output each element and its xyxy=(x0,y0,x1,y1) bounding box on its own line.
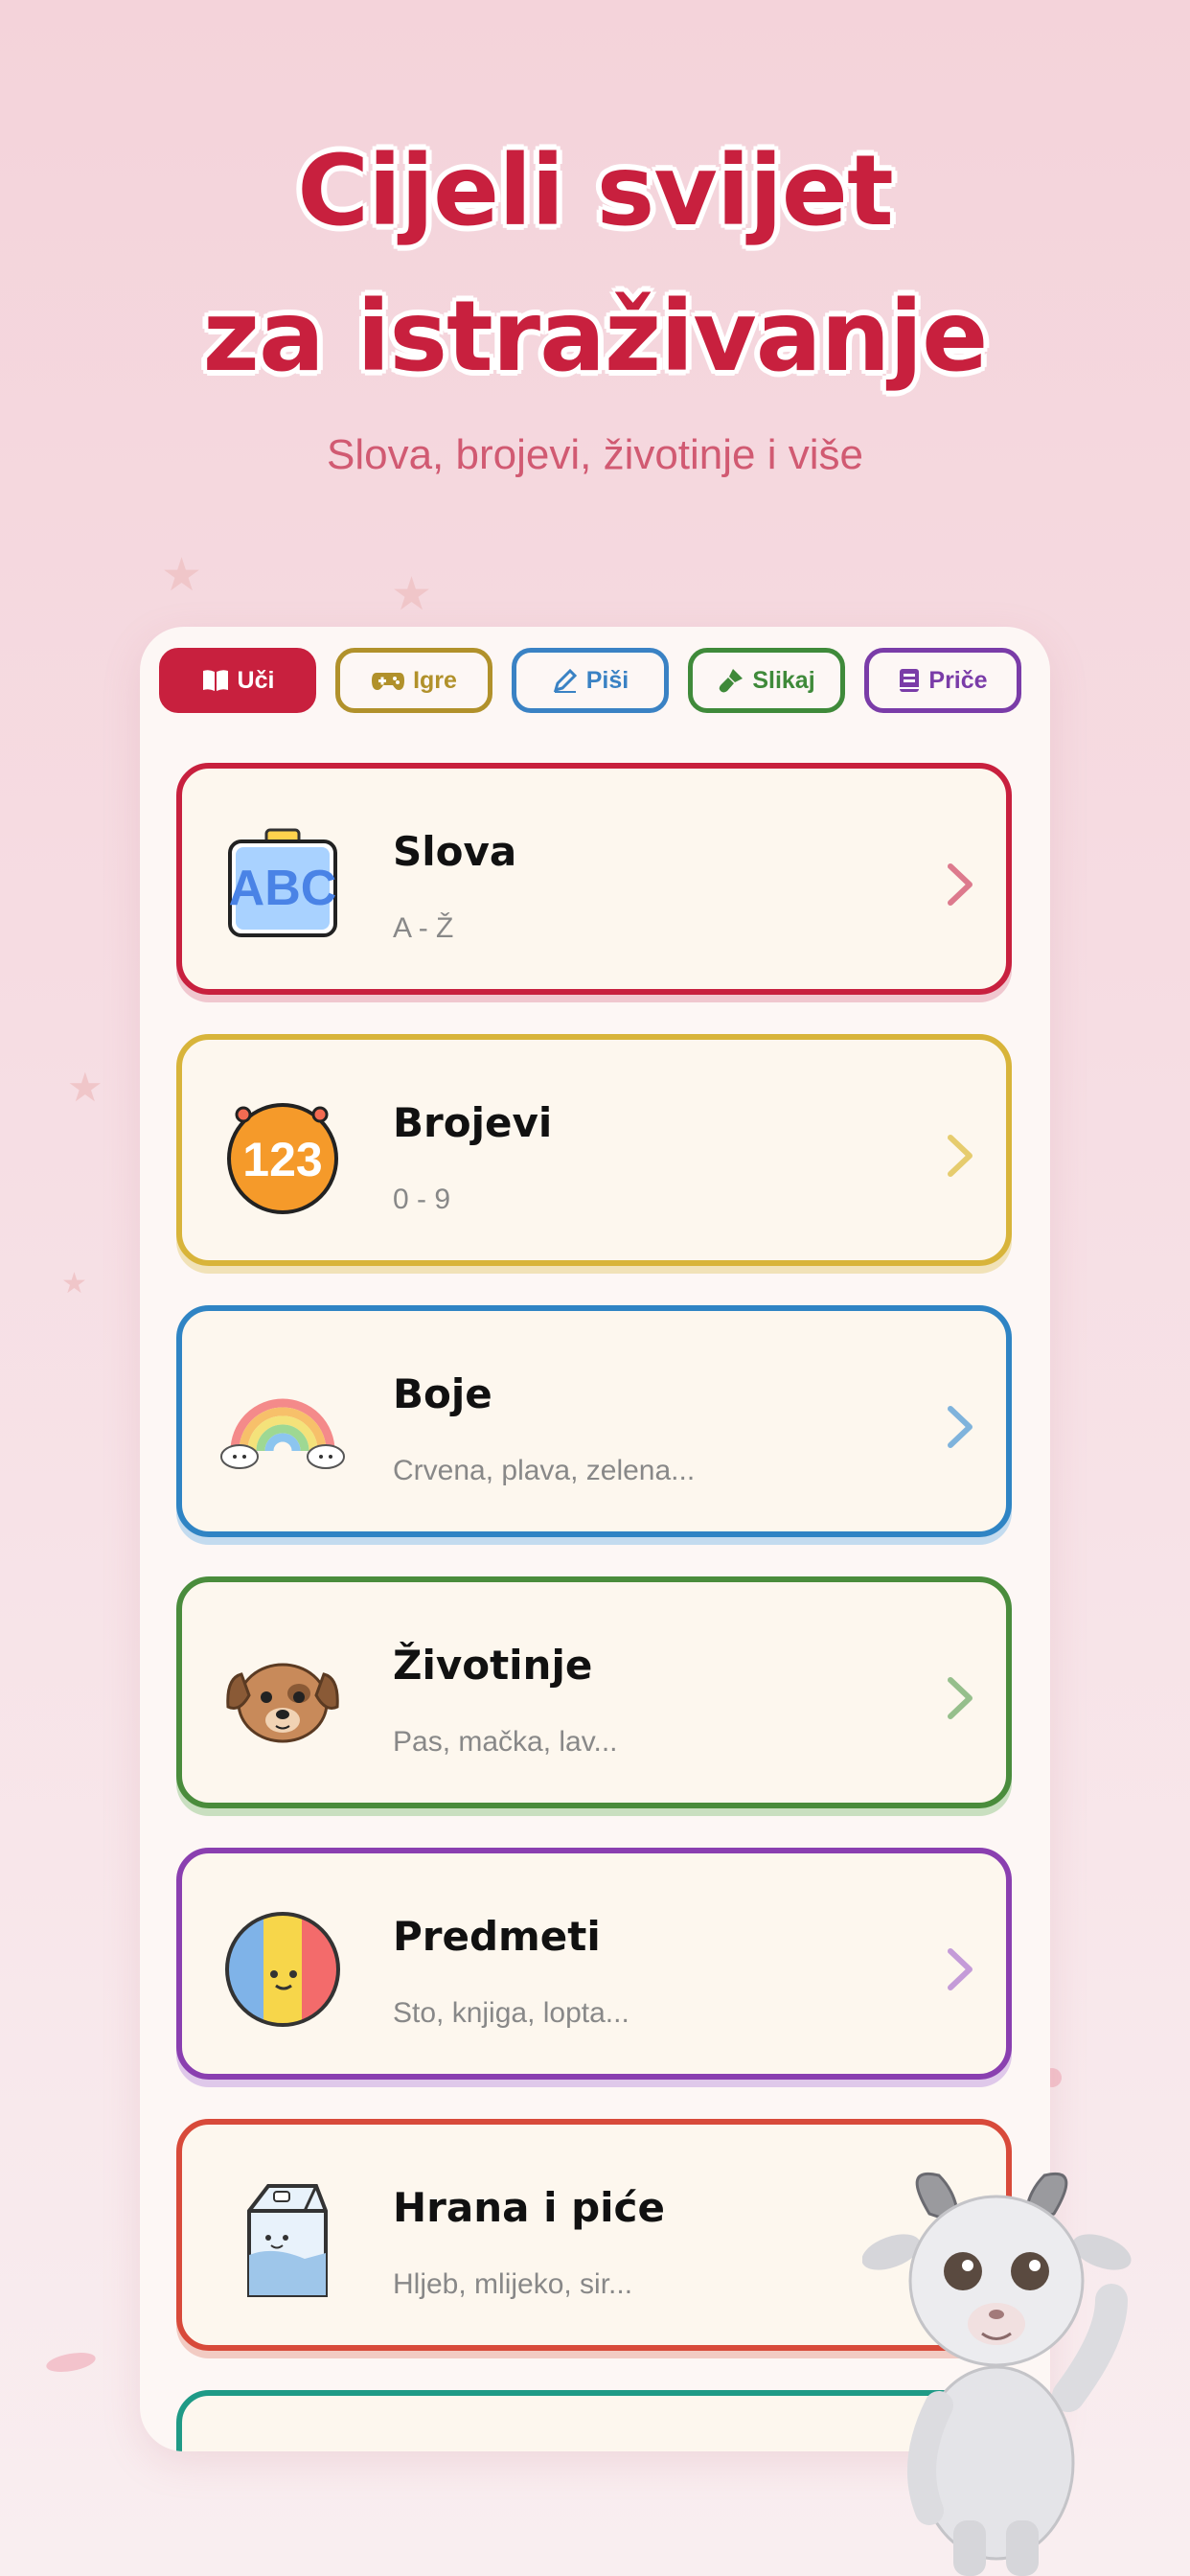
decor-star: ★ xyxy=(161,548,203,602)
tab-igre[interactable]: Igre xyxy=(335,648,492,713)
numbers-123-icon: 123 xyxy=(227,1103,338,1214)
category-card-brojevi[interactable]: 123 Brojevi 0 - 9 xyxy=(176,1034,1012,1266)
category-title: Životinje xyxy=(393,1642,593,1689)
category-subtitle: Hljeb, mlijeko, sir... xyxy=(393,2268,633,2300)
category-subtitle: Pas, mačka, lav... xyxy=(393,1726,618,1758)
gamepad-icon xyxy=(372,673,405,690)
decor-star: ★ xyxy=(61,1267,87,1300)
decor-star: ★ xyxy=(67,1064,103,1111)
ball-icon xyxy=(225,1912,340,2027)
category-subtitle: A - Ž xyxy=(393,912,454,944)
chevron-right-icon xyxy=(948,1135,973,1177)
category-card-zivotinje[interactable]: Životinje Pas, mačka, lav... xyxy=(176,1576,1012,1808)
decor-petal xyxy=(44,2349,98,2376)
tab-label: Piši xyxy=(585,666,629,694)
pencil-icon xyxy=(553,668,577,693)
brush-icon xyxy=(720,669,744,693)
decor-star: ★ xyxy=(391,567,433,621)
book-icon xyxy=(202,670,228,691)
rainbow-icon xyxy=(220,1398,345,1469)
category-subtitle: Sto, knjiga, lopta... xyxy=(393,1997,629,2029)
svg-text:ABC: ABC xyxy=(229,861,337,916)
abc-board-icon: ABC xyxy=(228,828,337,937)
tab-uci[interactable]: Uči xyxy=(159,648,316,713)
tab-bar: Uči Igre Piši Slikaj Priče xyxy=(159,648,1031,719)
category-card-boje[interactable]: Boje Crvena, plava, zelena... xyxy=(176,1305,1012,1537)
category-title: Boje xyxy=(393,1370,492,1417)
storybook-icon xyxy=(900,669,920,692)
tab-label: Slikaj xyxy=(752,666,815,694)
chevron-right-icon xyxy=(948,1677,973,1719)
tab-price[interactable]: Priče xyxy=(864,648,1021,713)
goat-mascot xyxy=(862,2173,1132,2576)
headline-line-2: za istraživanje xyxy=(202,280,989,394)
tab-label: Priče xyxy=(928,666,988,694)
tab-label: Uči xyxy=(237,666,275,694)
category-card-predmeti[interactable]: Predmeti Sto, knjiga, lopta... xyxy=(176,1848,1012,2080)
dog-icon xyxy=(226,1663,339,1743)
category-title: Slova xyxy=(393,828,517,875)
category-subtitle: 0 - 9 xyxy=(393,1184,451,1215)
milk-carton-icon xyxy=(247,2184,328,2297)
tab-label: Igre xyxy=(413,666,457,694)
headline-subtitle: Slova, brojevi, životinje i više xyxy=(326,431,863,478)
headline-line-1: Cijeli svijet xyxy=(297,134,893,248)
category-title: Brojevi xyxy=(393,1099,553,1146)
category-card-slova[interactable]: ABC Slova A - Ž xyxy=(176,763,1012,995)
chevron-right-icon xyxy=(948,863,973,906)
chevron-right-icon xyxy=(948,1948,973,1990)
category-subtitle: Crvena, plava, zelena... xyxy=(393,1455,696,1486)
tab-slikaj[interactable]: Slikaj xyxy=(688,648,845,713)
svg-text:123: 123 xyxy=(242,1133,322,1186)
tab-pisi[interactable]: Piši xyxy=(512,648,669,713)
chevron-right-icon xyxy=(948,1406,973,1448)
category-title: Hrana i piće xyxy=(393,2184,665,2231)
category-title: Predmeti xyxy=(393,1913,601,1960)
